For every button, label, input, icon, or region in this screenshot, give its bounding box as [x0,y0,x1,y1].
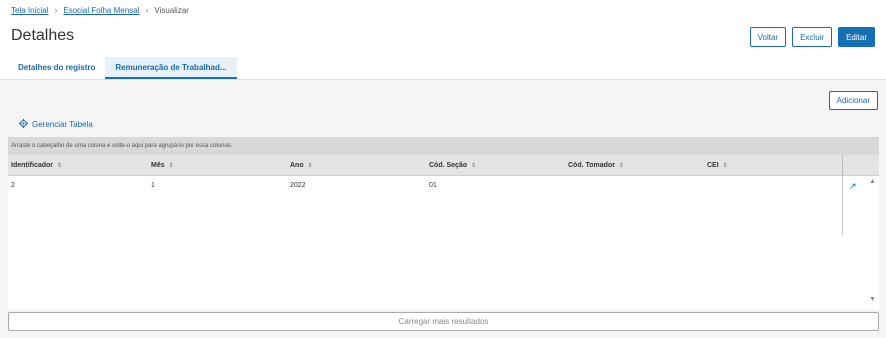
table-header: Identificador ⇕ Mês ⇕ Ano ⇕ Cód. Seção ⇕ Cód… [8,155,879,176]
gear-icon [19,119,28,130]
breadcrumb-home-link[interactable]: Tela Inicial [11,6,48,15]
scroll-up-icon[interactable]: ▲ [869,178,876,185]
scroll-down-icon[interactable]: ▼ [869,296,876,303]
sort-icon: ⇕ [57,162,62,169]
page-header: Tela Inicial › Esocial Folha Mensal › Vi… [0,0,886,80]
column-header-ano[interactable]: Ano ⇕ [287,162,426,169]
page-title: Detalhes [11,27,75,44]
group-drop-zone[interactable]: Arraste o cabeçalho de uma coluna e solt… [8,137,879,155]
chevron-right-icon: › [54,5,58,15]
sort-icon: ⇕ [471,162,476,169]
cell-ano: 2022 [290,182,306,189]
delete-button[interactable]: Excluir [792,27,833,47]
breadcrumb-section-link[interactable]: Esocial Folha Mensal [63,6,139,15]
tab-worker-remuneration[interactable]: Remuneração de Trabalhad... [105,57,237,79]
sort-icon: ⇕ [168,162,174,169]
cell-identificador: 2 [11,182,15,189]
load-more-button[interactable]: Carregar mais resultados [8,312,879,331]
column-header-cod-secao[interactable]: Cód. Seção ⇕ [426,162,565,169]
breadcrumb: Tela Inicial › Esocial Folha Mensal › Vi… [11,5,189,15]
sort-icon: ⇕ [307,162,313,169]
back-button[interactable]: Voltar [749,27,787,47]
column-divider [842,176,843,236]
sort-icon: ⇕ [722,162,728,169]
breadcrumb-current: Visualizar [154,5,189,15]
manage-table-button[interactable]: Gerenciar Tabela [19,119,93,130]
cell-mes: 1 [151,182,155,189]
column-header-cei[interactable]: CEI ⇕ [704,162,843,169]
cell-cod-secao: 01 [429,182,437,189]
tab-bar: Detalhes do registro Remuneração de Trab… [8,57,237,79]
column-divider [842,155,843,176]
table-row[interactable]: 2 1 2022 01 ↗ [8,176,879,236]
open-record-icon[interactable]: ↗ [849,181,857,192]
edit-button[interactable]: Editar [838,27,875,47]
data-grid: Arraste o cabeçalho de uma coluna e solt… [8,137,879,309]
manage-table-label: Gerenciar Tabela [32,120,93,129]
action-bar: Voltar Excluir Editar [749,27,875,47]
chevron-right-icon: › [145,5,149,15]
tab-record-details[interactable]: Detalhes do registro [8,57,105,79]
sort-icon: ⇕ [618,162,624,169]
tab-divider [0,79,886,80]
add-button[interactable]: Adicionar [828,91,878,110]
column-header-cod-tomador[interactable]: Cód. Tomador ⇕ [565,162,704,169]
column-header-identificador[interactable]: Identificador ⇕ [8,162,148,169]
column-header-mes[interactable]: Mês ⇕ [148,162,287,169]
